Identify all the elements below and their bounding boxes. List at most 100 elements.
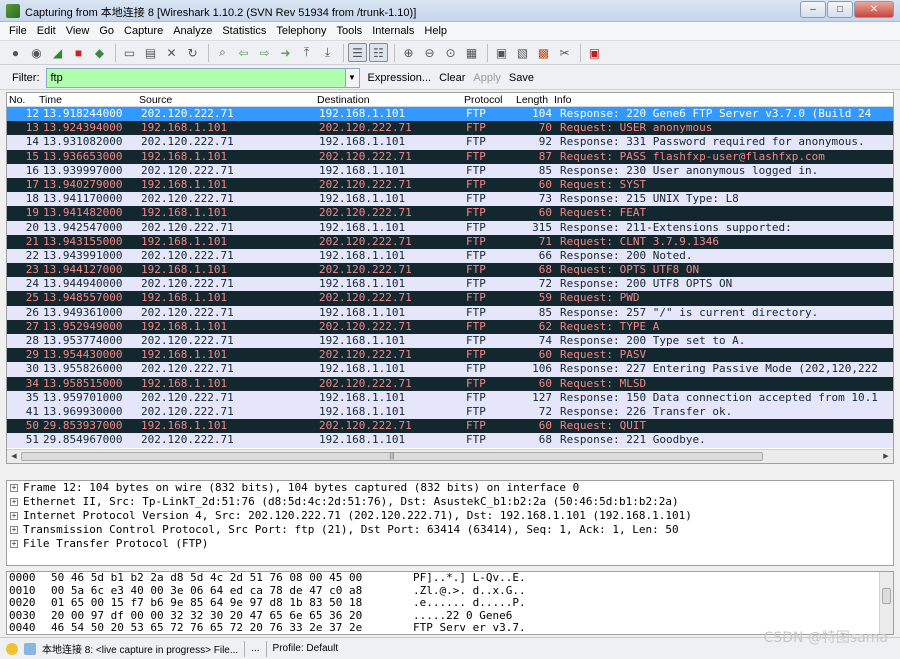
stop-capture-icon[interactable]: ■ (69, 43, 88, 62)
start-capture-icon[interactable]: ◢ (48, 43, 67, 62)
go-forward-icon[interactable]: ⇨ (255, 43, 274, 62)
expand-icon[interactable]: + (10, 540, 18, 548)
menu-statistics[interactable]: Statistics (217, 25, 271, 37)
expand-icon[interactable]: + (10, 498, 18, 506)
packet-row[interactable]: 34 13.958515000 192.168.1.101 202.120.222.7… (7, 376, 893, 391)
menu-analyze[interactable]: Analyze (168, 25, 217, 37)
scroll-left-icon[interactable]: ◀ (8, 451, 20, 462)
detail-tree-item[interactable]: + Internet Protocol Version 4, Src: 202.1… (7, 509, 893, 523)
restart-capture-icon[interactable]: ◆ (90, 43, 109, 62)
packet-row[interactable]: 15 13.936653000 192.168.1.101 202.120.222.7… (7, 149, 893, 164)
zoom-normal-icon[interactable]: ⊙ (441, 43, 460, 62)
packet-row[interactable]: 30 13.955826000 202.120.222.71 192.168.1.10… (7, 362, 893, 377)
filter-history-dropdown[interactable]: ▼ (345, 67, 360, 88)
minimize-button[interactable]: – (800, 1, 826, 18)
packet-row[interactable]: 24 13.944940000 202.120.222.71 192.168.1.10… (7, 277, 893, 292)
menu-file[interactable]: File (4, 25, 32, 37)
packet-list-hscroll[interactable]: ◀ ||| ▶ (7, 449, 893, 463)
bytes-hex[interactable]: 50 46 5d b1 b2 2a d8 5d 4c 2d 51 76 08 0… (51, 572, 362, 585)
column-time[interactable]: Time (39, 94, 62, 106)
bytes-ascii[interactable]: .e...... d.....P. (413, 596, 526, 610)
last-packet-icon[interactable]: ⤓ (318, 43, 337, 62)
packet-row[interactable]: 25 13.948557000 192.168.1.101 202.120.222.7… (7, 291, 893, 306)
expand-icon[interactable]: + (10, 484, 18, 492)
menu-edit[interactable]: Edit (32, 25, 61, 37)
column-protocol[interactable]: Protocol (464, 94, 503, 106)
help-icon[interactable]: ▣ (585, 43, 604, 62)
packet-row[interactable]: 28 13.953774000 202.120.222.71 192.168.1.10… (7, 334, 893, 349)
bytes-hex[interactable]: 46 54 50 20 53 65 72 76 65 72 20 76 33 2… (51, 621, 362, 634)
column-length[interactable]: Length (516, 94, 548, 106)
display-filters-icon[interactable]: ▧ (513, 43, 532, 62)
open-file-icon[interactable]: ▭ (120, 43, 139, 62)
capture-comment-icon[interactable] (24, 642, 36, 655)
zoom-in-icon[interactable]: ⊕ (399, 43, 418, 62)
detail-tree-item[interactable]: + Ethernet II, Src: Tp-LinkT_2d:51:76 (d8… (7, 495, 893, 509)
packet-row[interactable]: 18 13.941170000 202.120.222.71 192.168.1.10… (7, 192, 893, 207)
bytes-hex[interactable]: 01 65 00 15 f7 b6 9e 85 64 9e 97 d8 1b 8… (51, 596, 362, 610)
packet-row[interactable]: 41 13.969930000 202.120.222.71 192.168.1.10… (7, 404, 893, 420)
menu-telephony[interactable]: Telephony (271, 25, 331, 37)
packet-row[interactable]: 27 13.952949000 192.168.1.101 202.120.222.7… (7, 319, 893, 334)
bytes-offset[interactable]: 0000 (9, 572, 36, 585)
resize-columns-icon[interactable]: ▦ (462, 43, 481, 62)
bytes-ascii[interactable]: FTP Serv er v3.7. (413, 621, 526, 634)
packet-row[interactable]: 21 13.943155000 192.168.1.101 202.120.222.7… (7, 234, 893, 249)
bytes-vscroll[interactable] (879, 572, 893, 634)
close-button[interactable]: ✕ (854, 1, 894, 18)
detail-tree-item[interactable]: + Transmission Control Protocol, Src Port… (7, 523, 893, 537)
menu-help[interactable]: Help (419, 25, 452, 37)
column-no[interactable]: No. (9, 94, 25, 106)
packet-row[interactable]: 50 29.853937000 192.168.1.101 202.120.222.7… (7, 419, 893, 434)
first-packet-icon[interactable]: ⤒ (297, 43, 316, 62)
clear-button[interactable]: Clear (439, 72, 465, 84)
packet-row[interactable]: 17 13.940279000 192.168.1.101 202.120.222.7… (7, 177, 893, 193)
packet-row[interactable]: 26 13.949361000 202.120.222.71 192.168.1.10… (7, 305, 893, 320)
scroll-right-icon[interactable]: ▶ (880, 451, 892, 462)
maximize-button[interactable]: □ (827, 1, 853, 18)
auto-scroll-icon[interactable]: ☷ (369, 43, 388, 62)
expression-button[interactable]: Expression... (368, 72, 432, 84)
close-file-icon[interactable]: ✕ (162, 43, 181, 62)
packet-row[interactable]: 22 13.943991000 202.120.222.71 192.168.1.10… (7, 248, 893, 264)
packet-row[interactable]: 29 13.954430000 192.168.1.101 202.120.222.7… (7, 348, 893, 363)
zoom-out-icon[interactable]: ⊖ (420, 43, 439, 62)
packet-row[interactable]: 19 13.941482000 192.168.1.101 202.120.222.7… (7, 206, 893, 221)
colorize-icon[interactable]: ☰ (348, 43, 367, 62)
menu-capture[interactable]: Capture (119, 25, 168, 37)
scroll-thumb[interactable]: ||| (21, 452, 763, 461)
go-to-packet-icon[interactable]: ➜ (276, 43, 295, 62)
menu-view[interactable]: View (61, 25, 95, 37)
menu-go[interactable]: Go (94, 25, 119, 37)
apply-button[interactable]: Apply (473, 72, 501, 84)
packet-row[interactable]: 12 13.918244000 202.120.222.71 192.168.1.10… (7, 107, 893, 122)
expand-icon[interactable]: + (10, 526, 18, 534)
packet-row[interactable]: 16 13.939997000 202.120.222.71 192.168.1.10… (7, 163, 893, 178)
packet-row[interactable]: 51 29.854967000 202.120.222.71 192.168.1.10… (7, 433, 893, 448)
packet-row[interactable]: 35 13.959701000 202.120.222.71 192.168.1.10… (7, 390, 893, 405)
menu-internals[interactable]: Internals (367, 25, 419, 37)
menu-tools[interactable]: Tools (332, 25, 368, 37)
expert-info-icon[interactable] (6, 642, 18, 655)
reload-icon[interactable]: ↻ (183, 43, 202, 62)
scroll-thumb[interactable] (882, 588, 891, 604)
packet-row[interactable]: 23 13.944127000 192.168.1.101 202.120.222.7… (7, 263, 893, 278)
packet-row[interactable]: 14 13.931082000 202.120.222.71 192.168.1.10… (7, 135, 893, 150)
packet-row[interactable]: 20 13.942547000 202.120.222.71 192.168.1.10… (7, 220, 893, 235)
save-file-icon[interactable]: ▤ (141, 43, 160, 62)
detail-tree-item[interactable]: + File Transfer Protocol (FTP) (7, 537, 893, 551)
packet-row[interactable]: 13 13.924394000 192.168.1.101 202.120.222.7… (7, 121, 893, 136)
column-info[interactable]: Info (554, 94, 572, 106)
interfaces-icon[interactable]: ● (6, 43, 25, 62)
coloring-rules-icon[interactable]: ▩ (534, 43, 553, 62)
column-destination[interactable]: Destination (317, 94, 370, 106)
save-button[interactable]: Save (509, 72, 534, 84)
bytes-offset[interactable]: 0040 (9, 621, 36, 634)
column-source[interactable]: Source (139, 94, 172, 106)
options-icon[interactable]: ◉ (27, 43, 46, 62)
bytes-ascii[interactable]: PF]..*.] L-Qv..E. (413, 572, 526, 585)
preferences-icon[interactable]: ✂ (555, 43, 574, 62)
find-packet-icon[interactable]: ⌕ (213, 43, 232, 62)
capture-filters-icon[interactable]: ▣ (492, 43, 511, 62)
profile-status[interactable]: Profile: Default (273, 643, 339, 654)
